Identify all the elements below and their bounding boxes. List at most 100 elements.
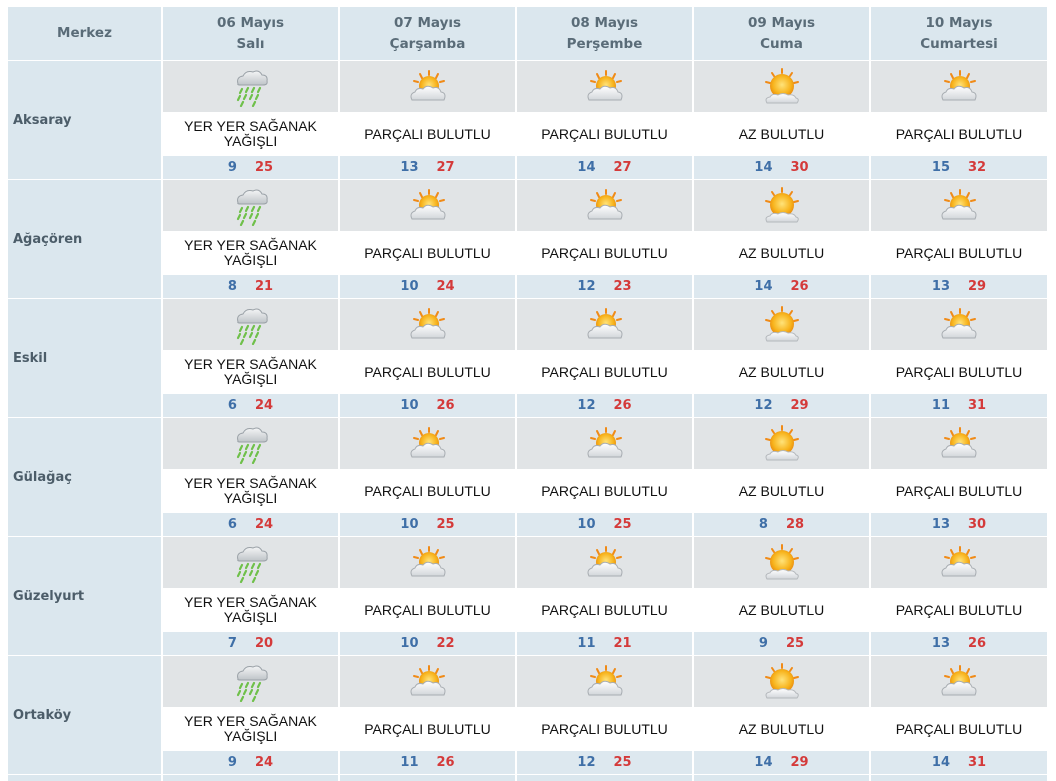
min-temperature: 9: [227, 755, 237, 770]
temperature-row: 9 25: [694, 632, 869, 655]
day-weekday: Salı: [236, 35, 265, 52]
min-temperature: 6: [227, 517, 237, 532]
condition-text: PARÇALI BULUTLU: [340, 588, 515, 632]
weather-icon-area: [694, 180, 869, 231]
footer-strip: [694, 775, 869, 781]
condition-text: YER YER SAĞANAK YAĞIŞLI: [163, 350, 338, 394]
temperature-row: 13 27: [340, 156, 515, 179]
min-temperature: 13: [400, 160, 419, 175]
weather-icon-area: [163, 299, 338, 350]
weather-icon-area: [340, 299, 515, 350]
forecast-cell: PARÇALI BULUTLU 10 25: [517, 418, 692, 536]
max-temperature: 25: [254, 160, 274, 175]
max-temperature: 21: [613, 636, 632, 651]
condition-text: AZ BULUTLU: [694, 350, 869, 394]
mostly-sunny-icon: [761, 424, 803, 463]
max-temperature: 30: [968, 517, 987, 532]
partly-cloudy-icon: [938, 426, 980, 462]
partly-cloudy-icon: [938, 307, 980, 343]
partly-cloudy-icon: [407, 426, 449, 462]
temperature-row: 8 28: [694, 513, 869, 536]
day-weekday: Perşembe: [566, 35, 643, 52]
forecast-cell: PARÇALI BULUTLU 10 25: [340, 418, 515, 536]
forecast-cell: AZ BULUTLU 9 25: [694, 537, 869, 655]
temperature-row: 13 26: [871, 632, 1047, 655]
min-temperature: 9: [758, 636, 768, 651]
weather-icon-area: [163, 180, 338, 231]
max-temperature: 26: [613, 398, 632, 413]
condition-text: YER YER SAĞANAK YAĞIŞLI: [163, 112, 338, 156]
condition-text: YER YER SAĞANAK YAĞIŞLI: [163, 469, 338, 513]
weather-icon-area: [163, 656, 338, 707]
min-temperature: 13: [931, 636, 950, 651]
temperature-row: 14 26: [694, 275, 869, 298]
max-temperature: 27: [436, 160, 455, 175]
max-temperature: 23: [613, 279, 632, 294]
temperature-row: 14 29: [694, 751, 869, 774]
min-temperature: 8: [758, 517, 768, 532]
max-temperature: 24: [254, 398, 274, 413]
max-temperature: 31: [968, 755, 987, 770]
partly-cloudy-icon: [407, 545, 449, 581]
forecast-cell: PARÇALI BULUTLU 15 32: [871, 61, 1047, 179]
partly-cloudy-icon: [584, 426, 626, 462]
forecast-cell: PARÇALI BULUTLU 12 26: [517, 299, 692, 417]
partly-cloudy-icon: [407, 307, 449, 343]
weather-icon-area: [340, 656, 515, 707]
forecast-cell: PARÇALI BULUTLU 14 27: [517, 61, 692, 179]
temperature-row: 10 25: [517, 513, 692, 536]
condition-text: PARÇALI BULUTLU: [340, 350, 515, 394]
day-date: 08 Mayıs: [570, 14, 639, 31]
condition-text: PARÇALI BULUTLU: [871, 588, 1047, 632]
partly-cloudy-icon: [407, 69, 449, 105]
location-name: Ortaköy: [8, 656, 161, 774]
max-temperature: 21: [254, 279, 274, 294]
weather-icon-area: [694, 418, 869, 469]
weather-icon-area: [163, 61, 338, 112]
forecast-cell: YER YER SAĞANAK YAĞIŞLI 8 21: [163, 180, 338, 298]
condition-text: PARÇALI BULUTLU: [871, 350, 1047, 394]
temperature-row: 9 24: [163, 751, 338, 774]
location-name: Ağaçören: [8, 180, 161, 298]
temperature-row: 9 25: [163, 156, 338, 179]
max-temperature: 24: [436, 279, 455, 294]
max-temperature: 24: [254, 517, 274, 532]
min-temperature: 12: [577, 755, 596, 770]
min-temperature: 15: [931, 160, 950, 175]
condition-text: PARÇALI BULUTLU: [517, 231, 692, 275]
weather-icon-area: [694, 656, 869, 707]
min-temperature: 12: [577, 398, 596, 413]
min-temperature: 14: [754, 279, 773, 294]
max-temperature: 26: [790, 279, 809, 294]
condition-text: YER YER SAĞANAK YAĞIŞLI: [163, 707, 338, 751]
mostly-sunny-icon: [761, 305, 803, 344]
weather-icon-area: [340, 537, 515, 588]
rain-cloud-icon: [231, 305, 271, 345]
forecast-cell: PARÇALI BULUTLU 13 27: [340, 61, 515, 179]
forecast-cell: PARÇALI BULUTLU 13 29: [871, 180, 1047, 298]
max-temperature: 29: [968, 279, 987, 294]
forecast-cell: PARÇALI BULUTLU 10 26: [340, 299, 515, 417]
max-temperature: 32: [968, 160, 987, 175]
condition-text: PARÇALI BULUTLU: [871, 469, 1047, 513]
min-temperature: 12: [577, 279, 596, 294]
condition-text: PARÇALI BULUTLU: [340, 231, 515, 275]
min-temperature: 11: [577, 636, 596, 651]
rain-cloud-icon: [231, 424, 271, 464]
weather-icon-area: [871, 656, 1047, 707]
weather-icon-area: [163, 537, 338, 588]
day-date: 09 Mayıs: [747, 14, 816, 31]
mostly-sunny-icon: [761, 186, 803, 225]
min-temperature: 6: [227, 398, 237, 413]
max-temperature: 27: [613, 160, 632, 175]
day-header: 07 Mayıs Çarşamba: [340, 7, 515, 60]
footer-strip: [340, 775, 515, 781]
max-temperature: 26: [436, 755, 455, 770]
partly-cloudy-icon: [938, 545, 980, 581]
min-temperature: 14: [577, 160, 596, 175]
day-date: 07 Mayıs: [393, 14, 462, 31]
max-temperature: 25: [613, 755, 632, 770]
min-temperature: 11: [931, 398, 950, 413]
partly-cloudy-icon: [938, 188, 980, 224]
temperature-row: 12 26: [517, 394, 692, 417]
